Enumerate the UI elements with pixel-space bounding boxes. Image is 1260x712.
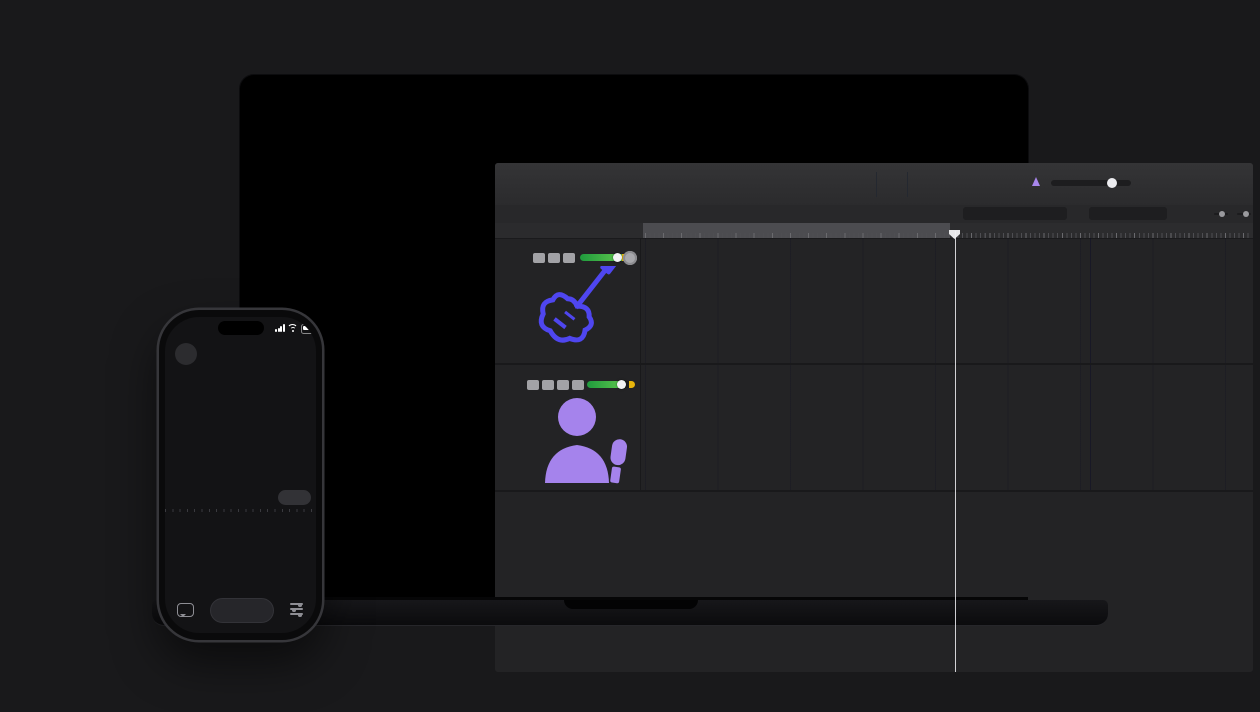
more-options-button[interactable] (175, 343, 197, 365)
track2-input-button[interactable] (572, 380, 584, 390)
library-icon[interactable] (502, 172, 516, 185)
track2-color-strip (495, 365, 508, 490)
track1-pan-knob[interactable] (623, 251, 637, 265)
lcd-display[interactable] (818, 172, 940, 197)
vocalist-icon (535, 391, 645, 491)
pause-button[interactable] (210, 598, 274, 623)
control-bar (495, 163, 1253, 206)
cellular-signal-icon (275, 324, 284, 332)
track-header-vocal[interactable] (495, 365, 641, 490)
drag-dropdown[interactable] (1089, 207, 1167, 220)
region-vocal[interactable] (643, 365, 1253, 490)
phone-playhead-dot-top (240, 391, 245, 396)
region-boundary (1090, 238, 1091, 363)
logic-pro-window (495, 163, 1253, 672)
layer-selector[interactable] (278, 490, 311, 505)
quick-help-icon[interactable] (538, 172, 552, 185)
track-separator (495, 490, 1253, 492)
timeline-ticks (165, 509, 316, 512)
voice-memos-screen (165, 317, 316, 633)
track1-solo-button[interactable] (548, 253, 560, 263)
recording-date (165, 381, 316, 388)
editors-icon[interactable] (619, 172, 633, 185)
battery-icon (301, 324, 316, 334)
toolbar-toggle-icon[interactable] (556, 172, 570, 185)
transcript-icon[interactable] (177, 603, 194, 617)
piano-roll-icon[interactable] (662, 208, 675, 219)
metronome-icon[interactable] (1032, 177, 1040, 186)
solo-off-icon[interactable] (947, 173, 961, 186)
track-stack-icon[interactable] (711, 208, 724, 219)
iphone (159, 310, 322, 640)
phone-playhead-dot-bottom (240, 516, 245, 521)
track1-volume-knob[interactable] (613, 253, 622, 262)
smart-controls-icon[interactable] (583, 172, 597, 185)
master-volume-slider[interactable] (1051, 180, 1131, 186)
bar-ruler[interactable] (640, 223, 1253, 239)
track1-volume-slider[interactable] (580, 254, 628, 261)
track-list-header (495, 223, 641, 239)
track2-volume-slider[interactable] (587, 381, 635, 388)
inspector-icon[interactable] (520, 172, 534, 185)
layer-2-button[interactable] (297, 491, 310, 504)
vertical-zoom-slider[interactable] (1214, 213, 1228, 215)
track2-record-button[interactable] (557, 380, 569, 390)
snap-dropdown[interactable] (963, 207, 1067, 220)
horizontal-zoom-slider[interactable] (1237, 213, 1251, 215)
skip-back-15-button[interactable] (207, 566, 225, 584)
done-check-button[interactable] (284, 343, 306, 365)
region-guitar[interactable] (643, 238, 1253, 363)
track1-color-strip (495, 238, 508, 363)
playhead-line[interactable] (955, 231, 956, 672)
macbook-lid-notch (564, 600, 698, 609)
wifi-icon (287, 324, 298, 333)
track2-mute-button[interactable] (527, 380, 539, 390)
bar-gridlines (645, 238, 1253, 363)
phone-playhead-line[interactable] (242, 394, 244, 519)
macbook-screen-bezel (240, 75, 1028, 598)
pencil-icon[interactable] (965, 173, 979, 186)
skip-forward-15-button[interactable] (257, 566, 275, 584)
desktop-background (0, 0, 1260, 712)
track2-volume-knob[interactable] (617, 380, 626, 389)
track2-solo-button[interactable] (542, 380, 554, 390)
mixer-icon[interactable] (601, 172, 615, 185)
play-button[interactable] (737, 174, 755, 189)
track1-record-button[interactable] (563, 253, 575, 263)
pause-bar (235, 605, 239, 616)
guitar-icon (521, 266, 621, 361)
pause-bar (244, 605, 248, 616)
region-boundary (1090, 365, 1091, 490)
track1-mute-button[interactable] (533, 253, 545, 263)
tuner-icon[interactable] (983, 173, 997, 186)
track-header-guitar[interactable] (495, 238, 641, 363)
bar-gridlines (645, 365, 1253, 490)
arrange-toolbar (495, 205, 1253, 224)
playback-settings-icon[interactable] (290, 603, 303, 615)
volume-knob[interactable] (1107, 178, 1117, 188)
dynamic-island (218, 321, 264, 335)
